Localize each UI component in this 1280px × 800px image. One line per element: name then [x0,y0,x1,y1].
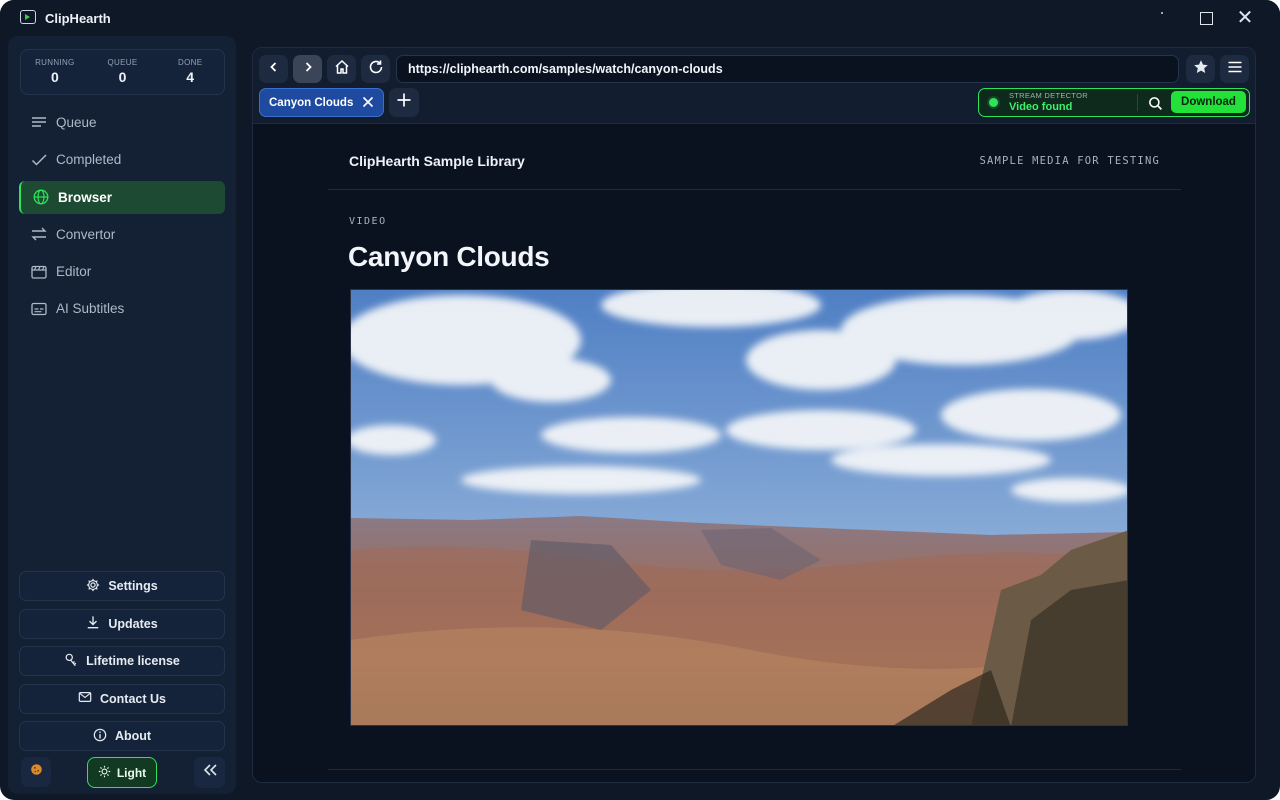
download-button[interactable]: Download [1171,91,1246,113]
maximize-button[interactable] [1191,5,1221,31]
updates-button[interactable]: Updates [19,608,225,639]
video-player[interactable] [350,289,1128,726]
detector-label: STREAM DETECTOR [1009,91,1088,100]
minimize-button[interactable] [1147,5,1177,31]
swap-icon [31,226,47,242]
cookie-button[interactable] [21,757,51,787]
url-bar[interactable]: https://cliphearth.com/samples/watch/can… [396,55,1179,83]
settings-button[interactable]: Settings [19,571,225,601]
sidebar-nav: Queue Completed Browser Convertor Editor… [19,106,225,330]
forward-button[interactable] [293,55,322,83]
browser-toolbar: https://cliphearth.com/samples/watch/can… [253,48,1255,124]
chevron-right-icon [302,60,314,78]
menu-button[interactable] [1220,55,1249,83]
collapse-sidebar-button[interactable] [194,757,225,788]
sidebar-item-browser[interactable]: Browser [19,180,225,214]
download-stats: RUNNING 0 QUEUE 0 DONE 4 [20,49,225,95]
stat-running: RUNNING 0 [35,58,75,85]
contact-us-button[interactable]: Contact Us [19,683,225,714]
browser-panel: https://cliphearth.com/samples/watch/can… [252,47,1256,783]
search-icon[interactable] [1146,94,1164,112]
site-tagline: SAMPLE MEDIA FOR TESTING [979,155,1160,167]
title-bar: ClipHearth ✕ [0,0,1280,35]
chevrons-left-icon [202,762,218,783]
check-icon [31,152,47,168]
key-icon [64,653,78,670]
sidebar-item-queue[interactable]: Queue [19,106,225,139]
bookmark-button[interactable] [1186,55,1215,83]
chevron-left-icon [268,60,280,78]
globe-icon [33,189,49,205]
status-dot [989,98,998,107]
reload-button[interactable] [361,55,390,83]
lifetime-license-button[interactable]: Lifetime license [19,646,225,676]
download-icon [86,615,100,632]
list-icon [31,115,47,131]
mail-icon [78,690,92,707]
video-title: Canyon Clouds [348,241,550,272]
detector-status: Video found [1009,101,1073,113]
reload-icon [368,59,384,80]
sidebar-item-ai-subtitles[interactable]: AI Subtitles [19,292,225,325]
web-page: ClipHearth Sample Library SAMPLE MEDIA F… [253,125,1255,782]
sidebar-footer: Light [19,757,225,789]
sidebar-item-completed[interactable]: Completed [19,143,225,176]
close-window-button[interactable]: ✕ [1230,5,1260,31]
site-name[interactable]: ClipHearth Sample Library [349,153,525,169]
gear-icon [86,578,100,595]
divider [328,769,1181,770]
cookie-icon [30,763,43,781]
new-tab-button[interactable] [389,88,419,117]
sidebar-actions: Settings Updates Lifetime license Contac… [19,571,225,759]
clapperboard-icon [31,264,47,280]
star-icon [1193,59,1209,80]
app-title: ClipHearth [45,11,111,26]
sidebar: RUNNING 0 QUEUE 0 DONE 4 Queue Completed… [8,36,236,794]
sun-icon [98,765,111,781]
home-button[interactable] [327,55,356,83]
stat-done: DONE 4 [178,58,203,85]
divider [1137,94,1138,111]
info-icon [93,728,107,745]
app-logo-icon [20,10,36,24]
tab-canyon-clouds[interactable]: Canyon Clouds [259,88,384,117]
stat-queue: QUEUE 0 [107,58,138,85]
video-frame-image [351,290,1127,725]
tab-close-icon[interactable] [359,93,377,111]
theme-toggle-button[interactable]: Light [87,757,157,788]
site-header: ClipHearth Sample Library SAMPLE MEDIA F… [328,125,1181,190]
sidebar-item-convertor[interactable]: Convertor [19,218,225,251]
app-window: ClipHearth ✕ RUNNING 0 QUEUE 0 DONE 4 Qu… [0,0,1280,800]
stream-detector: STREAM DETECTOR Video found Download [978,88,1250,117]
section-label: VIDEO [349,216,387,227]
sidebar-item-editor[interactable]: Editor [19,255,225,288]
subtitles-icon [31,301,47,317]
tab-title: Canyon Clouds [269,96,354,109]
plus-icon [396,92,412,113]
about-button[interactable]: About [19,721,225,751]
home-icon [334,59,350,80]
back-button[interactable] [259,55,288,83]
hamburger-icon [1227,59,1243,80]
